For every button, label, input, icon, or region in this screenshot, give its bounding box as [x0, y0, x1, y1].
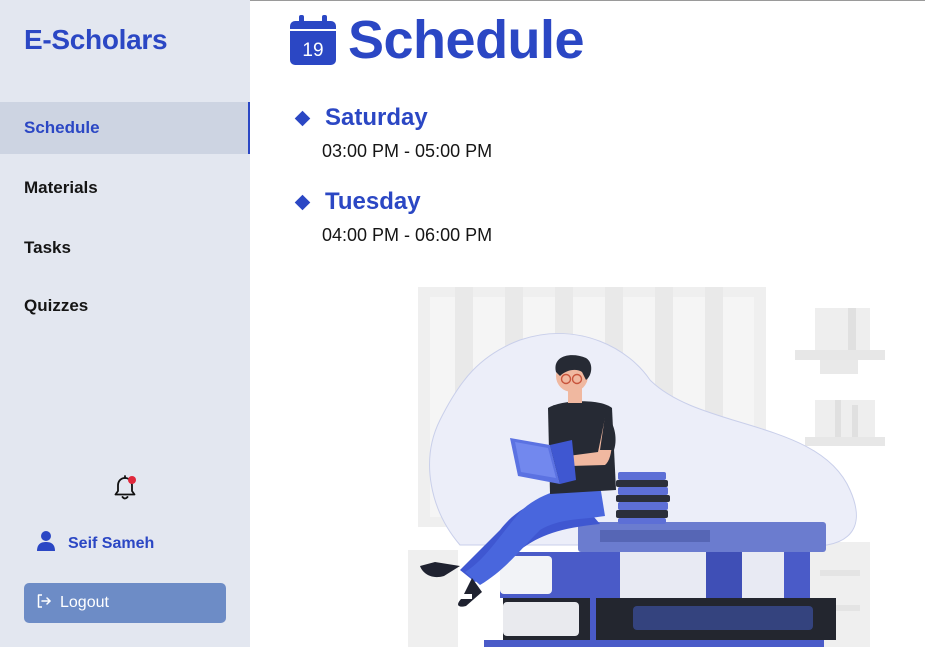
logout-button[interactable]: Logout — [24, 583, 226, 623]
notification-dot — [128, 476, 136, 484]
schedule-day: Saturday — [325, 104, 428, 131]
sidebar-item-tasks[interactable]: Tasks — [0, 222, 250, 274]
page-header: 19 Schedule — [290, 10, 585, 70]
user-profile[interactable]: Seif Sameh — [36, 530, 154, 557]
schedule-item: Tuesday 04:00 PM - 06:00 PM — [294, 188, 492, 246]
sidebar: E-Scholars Schedule Materials Tasks Quiz… — [0, 0, 250, 647]
svg-text:19: 19 — [302, 40, 323, 61]
user-name: Seif Sameh — [68, 534, 155, 552]
diamond-bullet-icon — [294, 110, 311, 126]
diamond-bullet-icon — [294, 194, 311, 210]
user-icon — [36, 530, 56, 557]
brand-logo[interactable]: E-Scholars — [24, 24, 168, 56]
sidebar-item-materials[interactable]: Materials — [0, 162, 250, 214]
schedule-time: 03:00 PM - 05:00 PM — [322, 141, 493, 161]
student-reading-illustration — [400, 280, 925, 647]
logout-label: Logout — [60, 594, 109, 611]
logout-icon — [36, 593, 52, 614]
schedule-time: 04:00 PM - 06:00 PM — [322, 225, 493, 245]
bell-icon[interactable] — [112, 474, 138, 502]
calendar-icon: 19 — [290, 15, 336, 65]
sidebar-item-schedule[interactable]: Schedule — [0, 102, 250, 154]
schedule-item: Saturday 03:00 PM - 05:00 PM — [294, 104, 492, 162]
sidebar-item-quizzes[interactable]: Quizzes — [0, 280, 250, 332]
page-title: Schedule — [348, 10, 585, 70]
schedule-day: Tuesday — [325, 188, 421, 215]
